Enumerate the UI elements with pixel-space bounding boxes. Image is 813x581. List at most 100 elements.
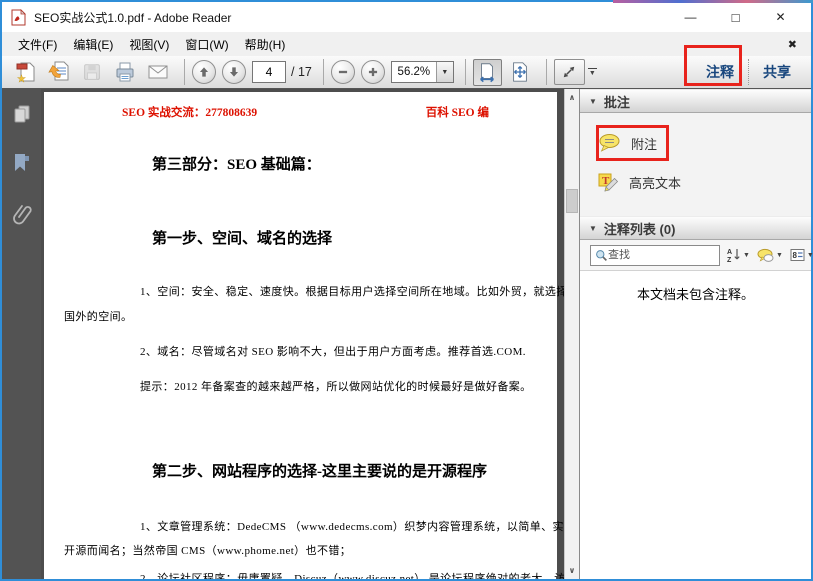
step1-title: 第一步、空间、域名的选择 bbox=[64, 227, 545, 248]
toolbar: ★ bbox=[2, 56, 811, 89]
save-button[interactable] bbox=[78, 59, 106, 86]
minimize-button[interactable]: — bbox=[668, 4, 713, 30]
filter-comments-button[interactable]: ▼ bbox=[757, 248, 783, 263]
toolbar-dotted-separator bbox=[748, 59, 749, 85]
menubar-close-icon[interactable]: ✖ bbox=[782, 38, 803, 51]
more-tools-dropdown[interactable]: ▼ bbox=[588, 68, 597, 76]
email-icon bbox=[146, 60, 170, 84]
email-button[interactable] bbox=[144, 59, 172, 86]
open-file-button[interactable]: ★ bbox=[12, 59, 40, 86]
highlight-text-icon: T bbox=[598, 172, 620, 192]
scrollbar-thumb[interactable] bbox=[566, 189, 578, 213]
sort-comments-button[interactable]: A Z ▼ bbox=[727, 247, 750, 263]
attachments-icon[interactable] bbox=[11, 201, 33, 227]
page-total-label: / 17 bbox=[291, 65, 312, 79]
paragraph-line: 开源而闻名；当然帝国 CMS（www.phome.net）也不错； bbox=[64, 542, 545, 558]
maximize-button[interactable]: □ bbox=[713, 4, 758, 30]
fit-width-button[interactable] bbox=[473, 59, 502, 86]
comments-list-label: 注释列表 (0) bbox=[604, 219, 676, 238]
svg-text:★: ★ bbox=[17, 74, 26, 84]
scroll-up-icon[interactable]: ∧ bbox=[565, 90, 579, 105]
chevron-down-icon: ▼ bbox=[776, 252, 783, 259]
section-title: 第三部分：SEO 基础篇： bbox=[64, 153, 545, 174]
bookmarks-icon[interactable] bbox=[12, 152, 32, 174]
svg-text:8: 8 bbox=[792, 251, 797, 260]
pdf-app-icon bbox=[10, 9, 27, 26]
highlight-text-tool[interactable]: T 高亮文本 bbox=[598, 172, 811, 192]
menu-file[interactable]: 文件(F) bbox=[10, 33, 65, 56]
comment-panel: ▼ 批注 附注 bbox=[579, 89, 811, 579]
comments-options-button[interactable]: 8 ▼ bbox=[790, 248, 813, 262]
sort-az-icon: A Z bbox=[727, 247, 741, 263]
toolbar-separator bbox=[184, 59, 185, 85]
reading-mode-button[interactable] bbox=[554, 59, 585, 85]
menubar: 文件(F) 编辑(E) 视图(V) 窗口(W) 帮助(H) ✖ bbox=[2, 32, 811, 56]
minus-icon bbox=[336, 65, 350, 79]
online-services-button[interactable] bbox=[45, 59, 73, 86]
paragraph-line: 国外的空间。 bbox=[64, 308, 545, 324]
annotation-tools: 附注 T 高亮文本 bbox=[580, 113, 811, 216]
zoom-level-value: 56.2% bbox=[392, 62, 436, 82]
document-header-row: SEO 实战交流：277808639 百科 SEO 编 bbox=[64, 104, 545, 120]
sticky-note-label: 附注 bbox=[631, 134, 657, 153]
open-file-icon: ★ bbox=[14, 60, 38, 84]
paragraph-line: 提示：2012 年备案查的越来越严格，所以做网站优化的时候最好是做好备案。 bbox=[64, 378, 545, 394]
vertical-scrollbar[interactable]: ∧ ∨ bbox=[564, 89, 579, 579]
fit-page-button[interactable] bbox=[506, 59, 535, 86]
next-page-button[interactable] bbox=[222, 60, 246, 84]
zoom-in-button[interactable] bbox=[361, 60, 385, 84]
menu-view[interactable]: 视图(V) bbox=[121, 33, 177, 56]
document-area[interactable]: SEO 实战交流：277808639 百科 SEO 编 第三部分：SEO 基础篇… bbox=[41, 89, 564, 579]
menu-edit[interactable]: 编辑(E) bbox=[65, 33, 121, 56]
navigation-sidebar bbox=[2, 89, 41, 579]
fit-width-icon bbox=[476, 61, 498, 83]
pdf-page: SEO 实战交流：277808639 百科 SEO 编 第三部分：SEO 基础篇… bbox=[44, 92, 557, 579]
options-list-icon: 8 bbox=[790, 248, 805, 262]
share-panel-button[interactable]: 共享 bbox=[753, 58, 801, 86]
document-header-right: 百科 SEO 编 bbox=[426, 104, 489, 120]
paragraph-line: 2、域名：尽管域名对 SEO 影响不大，但出于用户方面考虑。推荐首选.COM. bbox=[64, 343, 545, 359]
zoom-level-combo[interactable]: 56.2% ▼ bbox=[391, 61, 454, 83]
svg-text:Z: Z bbox=[727, 257, 732, 263]
toolbar-separator bbox=[323, 59, 324, 85]
page-thumbnails-icon[interactable] bbox=[11, 103, 33, 125]
comments-empty-message: 本文档未包含注释。 bbox=[580, 271, 811, 579]
document-header-left: SEO 实战交流：277808639 bbox=[64, 104, 257, 120]
paragraph-line: 1、文章管理系统：DedeCMS （www.dedecms.com）织梦内容管理… bbox=[64, 518, 545, 534]
svg-text:A: A bbox=[727, 249, 732, 256]
comments-list-header[interactable]: ▼ 注释列表 (0) bbox=[580, 216, 811, 240]
chevron-down-icon: ▼ bbox=[743, 252, 750, 259]
window-title: SEO实战公式1.0.pdf - Adobe Reader bbox=[34, 9, 231, 26]
print-icon bbox=[113, 60, 137, 84]
desktop-wallpaper-edge bbox=[613, 0, 813, 3]
comment-panel-button[interactable]: 注释 bbox=[696, 58, 744, 86]
scroll-down-icon[interactable]: ∨ bbox=[565, 563, 579, 578]
plus-icon bbox=[366, 65, 380, 79]
menu-window[interactable]: 窗口(W) bbox=[177, 33, 236, 56]
arrow-up-icon bbox=[197, 65, 211, 79]
online-services-icon bbox=[47, 60, 71, 84]
search-box[interactable] bbox=[590, 245, 720, 266]
search-icon bbox=[595, 249, 608, 262]
fit-page-icon bbox=[509, 61, 531, 83]
step2-title: 第二步、网站程序的选择-这里主要说的是开源程序 bbox=[64, 460, 545, 481]
zoom-out-button[interactable] bbox=[331, 60, 355, 84]
page-number-input[interactable] bbox=[252, 61, 286, 83]
screen: SEO实战公式1.0.pdf - Adobe Reader — □ ✕ 文件(F… bbox=[0, 0, 813, 581]
menu-help[interactable]: 帮助(H) bbox=[237, 33, 294, 56]
collapse-triangle-icon: ▼ bbox=[589, 224, 597, 233]
zoom-dropdown-arrow-icon[interactable]: ▼ bbox=[436, 62, 453, 82]
paragraph-line: 1、空间：安全、稳定、速度快。根据目标用户选择空间所在地域。比如外贸，就选择 bbox=[64, 283, 545, 299]
annotations-section-header[interactable]: ▼ 批注 bbox=[580, 89, 811, 113]
comments-search-row: A Z ▼ ▼ bbox=[580, 240, 811, 271]
save-icon bbox=[81, 61, 103, 83]
print-button[interactable] bbox=[111, 59, 139, 86]
adobe-reader-window: SEO实战公式1.0.pdf - Adobe Reader — □ ✕ 文件(F… bbox=[0, 0, 813, 581]
chevron-bar bbox=[588, 68, 597, 69]
sticky-note-tool[interactable]: 附注 bbox=[598, 125, 811, 161]
close-button[interactable]: ✕ bbox=[758, 4, 803, 30]
search-input[interactable] bbox=[608, 249, 715, 261]
main-area: SEO 实战交流：277808639 百科 SEO 编 第三部分：SEO 基础篇… bbox=[2, 89, 811, 579]
previous-page-button[interactable] bbox=[192, 60, 216, 84]
chevron-down-icon: ▼ bbox=[807, 252, 813, 259]
